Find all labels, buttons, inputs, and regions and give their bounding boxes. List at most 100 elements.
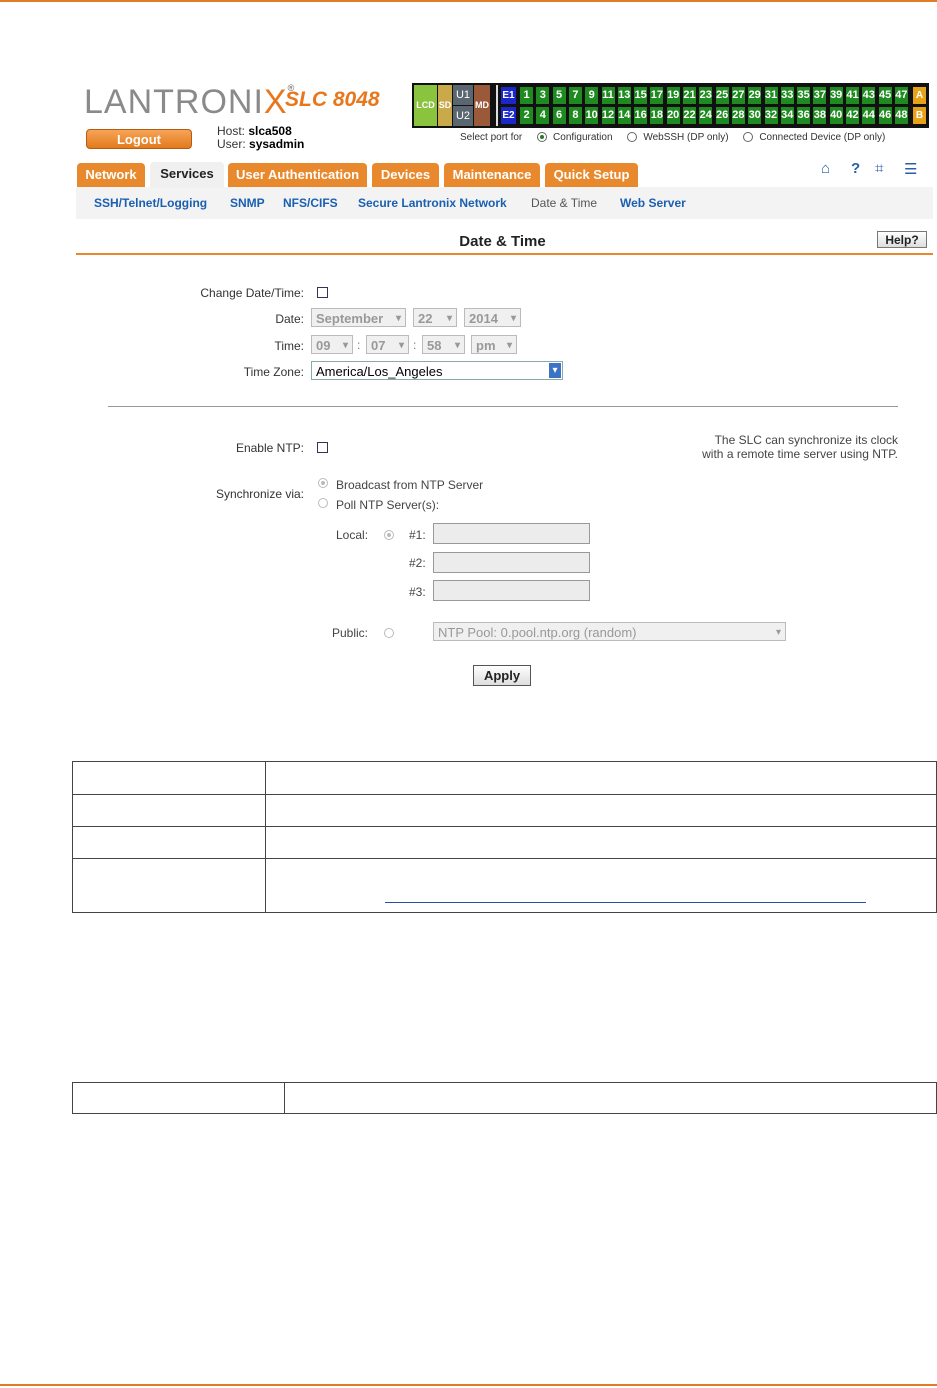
public-label: Public: — [332, 626, 369, 640]
port-14[interactable]: 14 — [617, 107, 631, 124]
port-10[interactable]: 10 — [585, 107, 599, 124]
apply-button[interactable]: Apply — [473, 665, 531, 686]
minute-select[interactable]: 07 — [366, 335, 409, 355]
subnav-secure-lantronix-network[interactable]: Secure Lantronix Network — [358, 196, 507, 210]
change-datetime-checkbox[interactable] — [317, 287, 328, 298]
e2-indicator: E2 — [501, 107, 516, 124]
log-icon[interactable]: ☰ — [904, 160, 917, 178]
port-15[interactable]: 15 — [634, 87, 648, 104]
sitemap-icon[interactable]: ⌗ — [875, 160, 883, 177]
port-41[interactable]: 41 — [846, 87, 859, 104]
subnav-snmp[interactable]: SNMP — [230, 196, 265, 210]
hour-select[interactable]: 09 — [311, 335, 353, 355]
day-select[interactable]: 22 — [413, 308, 457, 328]
connected-device-radio[interactable] — [743, 132, 754, 142]
md-indicator: MD — [474, 85, 490, 126]
port-45[interactable]: 45 — [878, 87, 892, 104]
port-12[interactable]: 12 — [601, 107, 615, 124]
timezone-select[interactable]: America/Los_Angeles — [311, 361, 563, 380]
port-32[interactable]: 32 — [764, 107, 778, 124]
port-34[interactable]: 34 — [780, 107, 794, 124]
table-cell — [284, 1082, 937, 1114]
tab-maintenance[interactable]: Maintenance — [444, 163, 540, 187]
home-icon[interactable]: ⌂ — [821, 160, 830, 177]
port-30[interactable]: 30 — [748, 107, 762, 124]
port-6[interactable]: 6 — [552, 107, 566, 124]
tab-quick-setup[interactable]: Quick Setup — [545, 163, 638, 187]
subnav-date-time[interactable]: Date & Time — [531, 196, 597, 210]
port-31[interactable]: 31 — [764, 87, 778, 104]
port-20[interactable]: 20 — [666, 107, 680, 124]
port-40[interactable]: 40 — [829, 107, 843, 124]
local-label: Local: — [336, 528, 369, 542]
ntp-server-3-input[interactable] — [433, 580, 590, 601]
port-44[interactable]: 44 — [862, 107, 876, 124]
port-38[interactable]: 38 — [813, 107, 827, 124]
port-46[interactable]: 46 — [878, 107, 892, 124]
table-cell — [72, 826, 266, 859]
port-35[interactable]: 35 — [797, 87, 811, 104]
poll-label: Poll NTP Server(s): — [336, 498, 440, 512]
port-9[interactable]: 9 — [585, 87, 599, 104]
tab-network[interactable]: Network — [77, 163, 145, 187]
port-25[interactable]: 25 — [715, 87, 729, 104]
tab-services[interactable]: Services — [150, 162, 224, 188]
logout-button[interactable]: Logout — [86, 129, 192, 149]
port-17[interactable]: 17 — [650, 87, 664, 104]
port-8[interactable]: 8 — [568, 107, 582, 124]
help-button[interactable]: Help? — [877, 231, 927, 248]
port-47[interactable]: 47 — [894, 87, 908, 104]
question-icon[interactable]: ? — [851, 160, 860, 177]
time-separator-2: : — [413, 338, 417, 352]
hyperlink-underline[interactable] — [385, 902, 866, 903]
port-39[interactable]: 39 — [829, 87, 843, 104]
port-24[interactable]: 24 — [699, 107, 713, 124]
port-29[interactable]: 29 — [748, 87, 762, 104]
port-27[interactable]: 27 — [731, 87, 745, 104]
port-2[interactable]: 2 — [520, 107, 533, 124]
subnav-ssh-telnet-logging[interactable]: SSH/Telnet/Logging — [94, 196, 207, 210]
configuration-radio[interactable] — [537, 132, 548, 142]
tab-devices[interactable]: Devices — [372, 163, 439, 187]
enable-ntp-label: Enable NTP: — [235, 441, 304, 455]
month-select[interactable]: September — [311, 308, 406, 328]
port-36[interactable]: 36 — [797, 107, 811, 124]
port-37[interactable]: 37 — [813, 87, 827, 104]
enable-ntp-checkbox[interactable] — [317, 442, 328, 453]
port-19[interactable]: 19 — [666, 87, 680, 104]
port-11[interactable]: 11 — [601, 87, 615, 104]
port-22[interactable]: 22 — [683, 107, 696, 124]
port-43[interactable]: 43 — [862, 87, 876, 104]
port-7[interactable]: 7 — [568, 87, 582, 104]
port-21[interactable]: 21 — [683, 87, 696, 104]
port-28[interactable]: 28 — [731, 107, 745, 124]
subnav-nfs-cifs[interactable]: NFS/CIFS — [283, 196, 338, 210]
year-select[interactable]: 2014 — [464, 308, 521, 328]
ntp-server-1-input[interactable] — [433, 523, 590, 544]
port-26[interactable]: 26 — [715, 107, 729, 124]
tab-user-authentication[interactable]: User Authentication — [228, 163, 367, 187]
subnav-web-server[interactable]: Web Server — [620, 196, 686, 210]
port-42[interactable]: 42 — [846, 107, 859, 124]
table-cell — [72, 794, 266, 827]
port-33[interactable]: 33 — [780, 87, 794, 104]
port-48[interactable]: 48 — [894, 107, 908, 124]
port-13[interactable]: 13 — [617, 87, 631, 104]
port-4[interactable]: 4 — [536, 107, 550, 124]
poll-radio[interactable] — [318, 498, 328, 508]
second-select[interactable]: 58 — [422, 335, 465, 355]
public-ntp-select[interactable]: NTP Pool: 0.pool.ntp.org (random) — [433, 622, 786, 642]
port-3[interactable]: 3 — [536, 87, 550, 104]
local-radio[interactable] — [384, 530, 394, 540]
port-1[interactable]: 1 — [520, 87, 533, 104]
port-5[interactable]: 5 — [552, 87, 566, 104]
broadcast-radio[interactable] — [318, 478, 328, 488]
webssh-radio[interactable] — [627, 132, 638, 142]
ampm-select[interactable]: pm — [471, 335, 517, 355]
public-radio[interactable] — [384, 628, 394, 638]
second-table — [72, 1082, 937, 1114]
ntp-server-2-input[interactable] — [433, 552, 590, 573]
port-23[interactable]: 23 — [699, 87, 713, 104]
port-16[interactable]: 16 — [634, 107, 648, 124]
port-18[interactable]: 18 — [650, 107, 664, 124]
